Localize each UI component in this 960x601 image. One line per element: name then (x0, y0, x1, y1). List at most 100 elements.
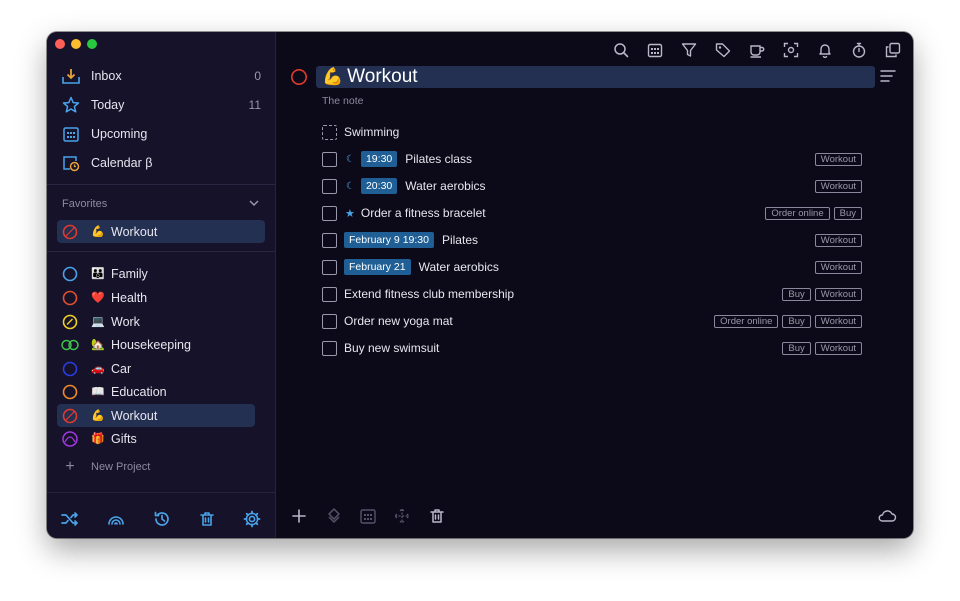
focus-icon[interactable] (781, 40, 801, 60)
project-item-car[interactable]: 🚗 Car (57, 357, 265, 380)
menu-icon[interactable] (880, 69, 896, 83)
moon-icon: ☾ (346, 180, 355, 192)
nav-calendar[interactable]: Calendar β (61, 151, 261, 175)
project-emoji: 👪 (91, 268, 105, 280)
tag-chip[interactable]: Workout (814, 341, 862, 355)
add-task-icon[interactable] (290, 507, 308, 525)
tag-chip[interactable]: Order online (714, 314, 779, 328)
move-icon[interactable] (393, 507, 411, 525)
app-window: Inbox 0 Today 11 Upcoming Calendar β Fav… (47, 32, 913, 538)
task-checkbox[interactable] (322, 205, 337, 221)
project-ring-icon (61, 223, 79, 241)
project-ring-icon (61, 407, 79, 425)
task-row[interactable]: ★ Order a fitness bracelet Order online … (322, 202, 862, 224)
zoom-window-button[interactable] (87, 39, 97, 49)
calendar-icon[interactable] (645, 40, 665, 60)
minimize-window-button[interactable] (71, 39, 81, 49)
task-checkbox[interactable] (322, 259, 337, 275)
task-checkbox[interactable] (322, 232, 337, 248)
bell-icon[interactable] (815, 40, 835, 60)
history-icon[interactable] (152, 509, 172, 529)
task-checkbox[interactable] (322, 151, 337, 167)
project-title-field[interactable]: 💪 Workout (316, 66, 875, 88)
moon-icon: ☾ (346, 153, 355, 165)
close-window-button[interactable] (55, 39, 65, 49)
nav-today[interactable]: Today 11 (61, 93, 261, 117)
shuffle-icon[interactable] (60, 509, 80, 529)
rainbow-icon[interactable] (106, 509, 126, 529)
task-checkbox[interactable] (322, 340, 337, 356)
project-ring-icon (61, 383, 79, 401)
page-title: Workout (347, 66, 418, 87)
task-checkbox[interactable] (322, 124, 337, 140)
project-note[interactable]: The note (322, 95, 363, 107)
chevron-down-icon[interactable] (249, 198, 259, 208)
copy-icon[interactable] (883, 40, 903, 60)
nav-inbox[interactable]: Inbox 0 (61, 64, 261, 88)
layers-icon[interactable] (325, 507, 343, 525)
project-item-work[interactable]: 💻 Work (57, 310, 265, 333)
project-ring-icon (61, 313, 79, 331)
task-tags: Workout (814, 260, 862, 274)
tag-chip[interactable]: Workout (814, 287, 862, 301)
tag-chip[interactable]: Buy (782, 341, 811, 355)
search-icon[interactable] (611, 40, 631, 60)
project-label: Housekeeping (111, 337, 191, 352)
task-row[interactable]: February 9 19:30 Pilates Workout (322, 229, 862, 251)
project-item-housekeeping[interactable]: 🏡 Housekeeping (57, 333, 265, 356)
task-row[interactable]: Swimming (322, 121, 862, 143)
task-row[interactable]: Extend fitness club membership Buy Worko… (322, 283, 862, 305)
task-checkbox[interactable] (322, 178, 337, 194)
task-tags: Order online Buy (765, 206, 862, 220)
tag-chip[interactable]: Workout (814, 314, 862, 328)
tag-chip[interactable]: Buy (833, 206, 862, 220)
project-label: Gifts (111, 431, 137, 446)
tag-chip[interactable]: Workout (814, 233, 862, 247)
tag-icon[interactable] (713, 40, 733, 60)
task-checkbox[interactable] (322, 313, 337, 329)
trash-icon[interactable] (428, 507, 446, 525)
task-row[interactable]: Order new yoga mat Order online Buy Work… (322, 310, 862, 332)
favorite-item-workout[interactable]: 💪 Workout (57, 220, 265, 243)
trash-icon[interactable] (197, 509, 217, 529)
stopwatch-icon[interactable] (849, 40, 869, 60)
project-item-workout[interactable]: 💪 Workout (57, 404, 255, 427)
project-item-family[interactable]: 👪 Family (57, 262, 265, 285)
project-item-health[interactable]: ❤️ Health (57, 286, 265, 309)
gear-icon[interactable] (242, 509, 262, 529)
main-panel: 💪 Workout The note Swimming ☾ 19:30 Pila… (276, 32, 913, 538)
filter-icon[interactable] (679, 40, 699, 60)
plus-icon: + (65, 458, 75, 475)
tag-chip[interactable]: Order online (765, 206, 830, 220)
cloud-icon[interactable] (877, 507, 897, 525)
coffee-icon[interactable] (747, 40, 767, 60)
nav-label: Today (91, 98, 125, 112)
task-row[interactable]: ☾ 20:30 Water aerobics Workout (322, 175, 862, 197)
tag-chip[interactable]: Workout (814, 260, 862, 274)
task-row[interactable]: ☾ 19:30 Pilates class Workout (322, 148, 862, 170)
project-label: Workout (111, 408, 158, 423)
nav-upcoming[interactable]: Upcoming (61, 122, 261, 146)
project-emoji: 💪 (91, 410, 105, 422)
task-checkbox[interactable] (322, 286, 337, 302)
project-label: Car (111, 361, 132, 376)
task-row[interactable]: Buy new swimsuit Buy Workout (322, 337, 862, 359)
tag-chip[interactable]: Workout (814, 179, 862, 193)
tag-chip[interactable]: Workout (814, 152, 862, 166)
tag-chip[interactable]: Buy (782, 287, 811, 301)
date-badge: February 21 (344, 259, 411, 275)
project-status-icon[interactable] (290, 68, 308, 86)
new-project-button[interactable]: + New Project (61, 458, 150, 476)
project-item-education[interactable]: 📖 Education (57, 380, 265, 403)
task-text: Water aerobics (418, 260, 499, 274)
project-ring-icon (61, 265, 79, 283)
inbox-icon (61, 66, 81, 86)
calendar-icon[interactable] (359, 507, 377, 525)
tag-chip[interactable]: Buy (782, 314, 811, 328)
project-item-gifts[interactable]: 🎁 Gifts (57, 427, 265, 450)
nav-label: Upcoming (91, 127, 148, 141)
nav-count: 0 (254, 69, 261, 83)
project-ring-icon (61, 289, 79, 307)
project-ring-icon (61, 430, 79, 448)
task-row[interactable]: February 21 Water aerobics Workout (322, 256, 862, 278)
